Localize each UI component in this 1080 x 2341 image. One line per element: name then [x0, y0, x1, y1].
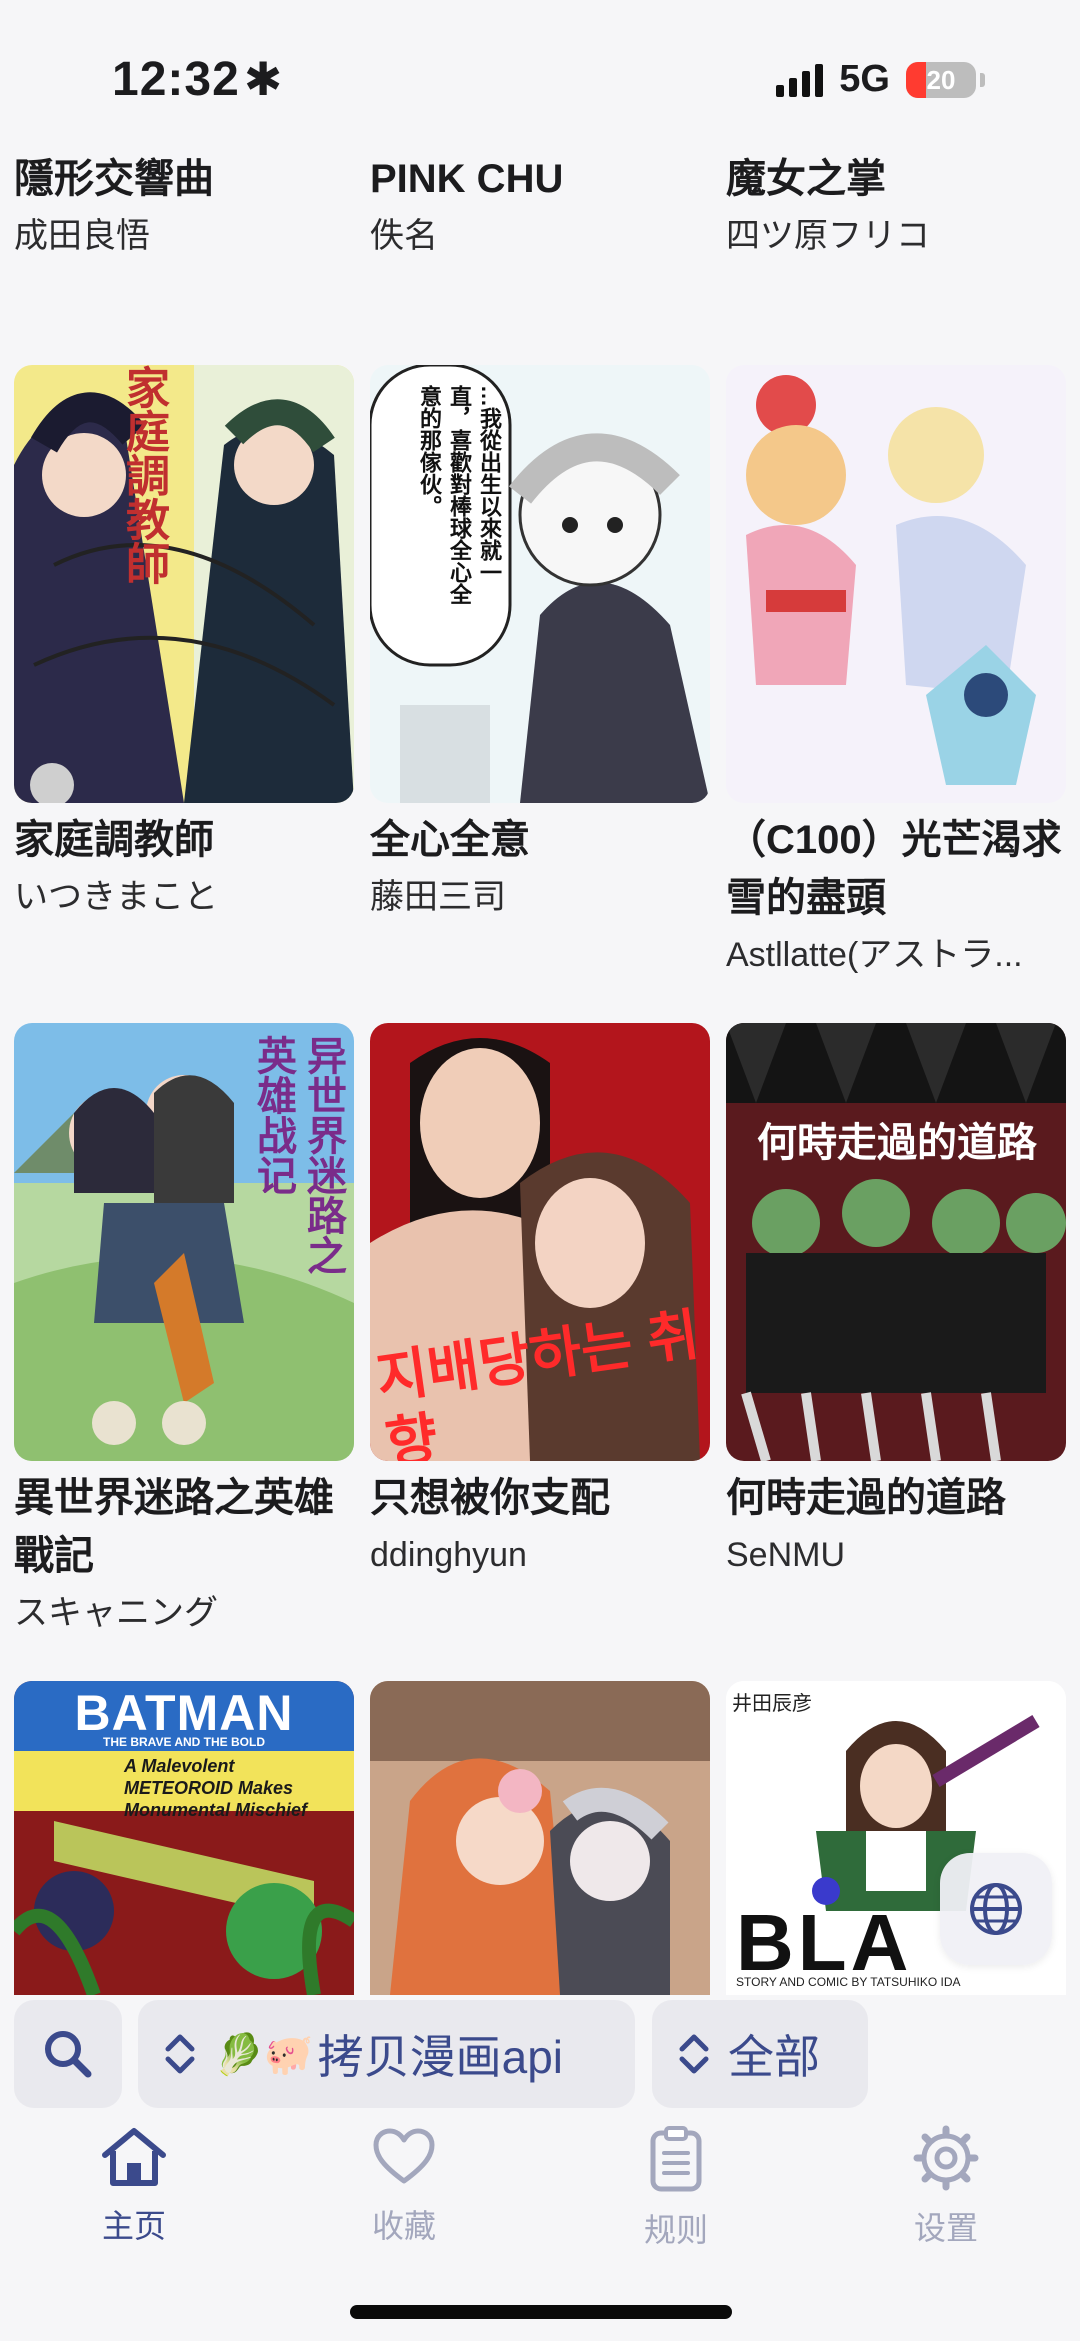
- cover-title-text: 何時走過的道路: [757, 1121, 1037, 1165]
- cover-speech-text: …我從出生以來就一直，喜歡對棒球全心全意的那傢伙。: [417, 385, 502, 605]
- tab-label: 规则: [643, 2212, 708, 2248]
- manga-title: PINK CHU: [370, 157, 564, 201]
- manga-author: ddinghyun: [370, 1536, 527, 1574]
- focus-mode-icon: ✱: [243, 53, 284, 105]
- search-icon: [45, 2031, 92, 2078]
- globe-icon: [970, 1883, 1022, 1935]
- manga-author: 佚名: [370, 217, 438, 255]
- search-button[interactable]: [14, 2000, 122, 2108]
- category-label: 全部: [728, 2031, 820, 2083]
- manga-card[interactable]: （C100）光芒渴求雪的盡頭 Astllatte(アストラ...: [726, 365, 1066, 983]
- network-type: 5G: [839, 58, 890, 100]
- manga-card[interactable]: PINK CHU 佚名: [370, 150, 710, 264]
- cover-title-text: BLA: [736, 1898, 913, 1987]
- tab-label: 主页: [101, 2208, 166, 2244]
- tab-favorites[interactable]: 收藏: [324, 2125, 484, 2247]
- cover-footer-text: STORY AND COMIC BY TATSUHIKO IDA: [736, 1975, 961, 1989]
- manga-author: 藤田三司: [370, 878, 506, 916]
- tab-bar: 主页 收藏 规则 设置: [0, 2125, 1080, 2265]
- chevron-up-down-icon: [165, 2034, 195, 2074]
- tab-home[interactable]: 主页: [54, 2125, 214, 2247]
- battery-icon: 20: [906, 61, 976, 98]
- manga-cover[interactable]: [370, 1681, 710, 1995]
- filter-bar: 🥬🐖 拷贝漫画api 全部: [0, 2000, 1080, 2110]
- manga-card[interactable]: [370, 1681, 710, 1995]
- manga-title: 隱形交響曲: [14, 157, 214, 201]
- manga-card[interactable]: 지배당하는 취향 只想被你支配 ddinghyun: [370, 1023, 710, 1583]
- battery-tip: [980, 72, 985, 87]
- source-label: 拷贝漫画api: [317, 2031, 563, 2083]
- manga-card[interactable]: BATMAN THE BRAVE AND THE BOLD A Malevole…: [14, 1681, 354, 1995]
- cover-subtitle-text: THE BRAVE AND THE BOLD: [103, 1735, 265, 1749]
- manga-author: Astllatte(アストラ...: [726, 936, 1023, 974]
- clipboard-icon: [650, 2126, 702, 2192]
- manga-title: 全心全意: [370, 818, 530, 862]
- manga-card[interactable]: 魔女之掌 四ツ原フリコ: [726, 150, 1066, 264]
- manga-card[interactable]: 家庭調教師 家庭調教師 いつきまこと: [14, 365, 354, 925]
- manga-title: 魔女之掌: [726, 157, 886, 201]
- manga-title: 家庭調教師: [14, 818, 214, 862]
- heart-icon: [373, 2128, 435, 2184]
- cover-title-text: 家庭調教師: [119, 365, 168, 585]
- manga-card[interactable]: …我從出生以來就一直，喜歡對棒球全心全意的那傢伙。 全心全意 藤田三司: [370, 365, 710, 925]
- manga-author: 成田良悟: [14, 217, 150, 255]
- manga-card[interactable]: 隱形交響曲 成田良悟: [14, 150, 354, 264]
- manga-title: 只想被你支配: [370, 1476, 610, 1520]
- source-selector[interactable]: 🥬🐖 拷贝漫画api: [138, 2000, 635, 2108]
- source-emoji: 🥬🐖: [214, 2032, 314, 2077]
- manga-title: （C100）光芒渴求雪的盡頭: [726, 818, 1062, 920]
- signal-icon: [776, 63, 824, 97]
- tab-settings[interactable]: 设置: [866, 2125, 1026, 2249]
- cover-author-text: 井田辰彦: [732, 1693, 812, 1715]
- manga-title: 異世界迷路之英雄戰記: [14, 1476, 334, 1578]
- cover-blurb-text: A Malevolent METEOROID Makes Monumental …: [124, 1756, 308, 1820]
- category-selector[interactable]: 全部: [652, 2000, 868, 2108]
- manga-cover[interactable]: BATMAN THE BRAVE AND THE BOLD A Malevole…: [14, 1681, 354, 1995]
- home-indicator[interactable]: [350, 2305, 732, 2319]
- manga-cover[interactable]: 지배당하는 취향: [370, 1023, 710, 1461]
- status-indicators: 5G 20: [776, 58, 985, 101]
- manga-author: 四ツ原フリコ: [726, 217, 930, 255]
- manga-cover[interactable]: 异世界迷路之英雄战记: [14, 1023, 354, 1461]
- cover-title-text: 异世界迷路之英雄战记: [251, 1035, 345, 1275]
- manga-card[interactable]: 何時走過的道路 何時走過的道路 SeNMU: [726, 1023, 1066, 1583]
- home-icon: [102, 2128, 166, 2186]
- manga-cover[interactable]: 家庭調教師: [14, 365, 354, 803]
- tab-label: 设置: [913, 2210, 978, 2246]
- manga-title: 何時走過的道路: [726, 1476, 1006, 1520]
- manga-cover[interactable]: 何時走過的道路: [726, 1023, 1066, 1461]
- status-bar: 12:32✱ 5G 20: [0, 0, 1080, 150]
- cover-title-text: BATMAN: [74, 1685, 294, 1741]
- tab-label: 收藏: [371, 2208, 436, 2244]
- manga-author: SeNMU: [726, 1536, 846, 1574]
- manga-card[interactable]: 异世界迷路之英雄战记 異世界迷路之英雄戰記 スキャニング: [14, 1023, 354, 1641]
- manga-cover[interactable]: …我從出生以來就一直，喜歡對棒球全心全意的那傢伙。: [370, 365, 710, 803]
- status-time: 12:32✱: [112, 53, 284, 106]
- gear-icon: [913, 2125, 979, 2191]
- bottom-panel: 🥬🐖 拷贝漫画api 全部 主页 收藏 规则 设置: [0, 1995, 1080, 2341]
- manga-cover[interactable]: [726, 365, 1066, 803]
- tab-rules[interactable]: 规则: [596, 2125, 756, 2251]
- manga-author: いつきまこと: [14, 878, 218, 916]
- chevron-up-down-icon: [679, 2034, 709, 2074]
- language-button[interactable]: [940, 1853, 1052, 1965]
- manga-author: スキャニング: [14, 1594, 218, 1632]
